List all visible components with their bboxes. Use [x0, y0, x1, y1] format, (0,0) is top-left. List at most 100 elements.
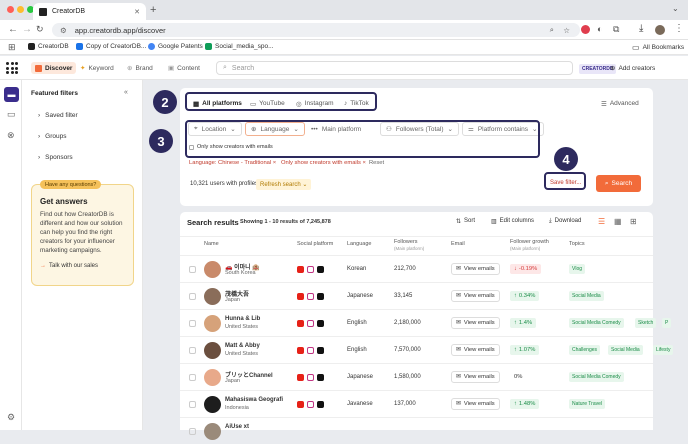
- profile-avatar[interactable]: [655, 25, 665, 35]
- nav-brand[interactable]: ⊕ Brand: [127, 62, 153, 74]
- search-button[interactable]: ⌕ Search: [596, 175, 641, 192]
- creator-name[interactable]: Hunna & Lib: [225, 316, 260, 322]
- view-emails-button[interactable]: ✉ View emails: [451, 398, 500, 410]
- topic-tag[interactable]: Vlog: [569, 264, 586, 274]
- avatar[interactable]: [204, 396, 221, 413]
- instagram-icon[interactable]: [307, 293, 314, 300]
- youtube-icon[interactable]: [297, 320, 304, 327]
- row-checkbox[interactable]: [189, 293, 196, 300]
- sidebar-item-groups[interactable]: › Groups: [38, 133, 67, 140]
- add-creators-button[interactable]: ⊕ Add creators: [610, 62, 655, 74]
- col-name[interactable]: Name: [204, 241, 219, 247]
- list-view-icon[interactable]: ☰: [598, 217, 605, 226]
- advanced-button[interactable]: ☰ Advanced: [597, 97, 643, 110]
- view-emails-button[interactable]: ✉ View emails: [451, 290, 500, 302]
- row-checkbox[interactable]: [189, 428, 196, 435]
- star-icon[interactable]: ☆: [563, 26, 570, 35]
- instagram-icon[interactable]: [307, 347, 314, 354]
- tiktok-icon[interactable]: [317, 293, 324, 300]
- sidebar-item-sponsors[interactable]: › Sponsors: [38, 154, 73, 161]
- youtube-icon[interactable]: [297, 293, 304, 300]
- grid-view-icon[interactable]: ⊞: [630, 217, 637, 226]
- table-row[interactable]: Mahasiswa Geografi Indonesia Javanese 137,0…: [180, 390, 653, 417]
- target-rail-icon[interactable]: ⊗: [7, 130, 15, 141]
- avatar[interactable]: [204, 342, 221, 359]
- global-search-input[interactable]: ⌕ Search: [216, 61, 573, 75]
- topic-tag[interactable]: P: [662, 318, 672, 328]
- email-chip[interactable]: Only show creators with emails ×: [281, 160, 366, 166]
- tab-menu-chevron-icon[interactable]: ⌄: [672, 4, 679, 13]
- col-language[interactable]: Language: [347, 241, 371, 247]
- topic-tag[interactable]: Social Media: [608, 345, 643, 355]
- sidebar-item-saved-filter[interactable]: › Saved filter: [38, 112, 78, 119]
- table-row[interactable]: Matt & Abby United States English 7,570,000…: [180, 336, 674, 363]
- bookmark-social-media[interactable]: Social_media_spo...: [205, 43, 274, 50]
- site-info-icon[interactable]: ⚙: [60, 26, 67, 35]
- row-checkbox[interactable]: [189, 347, 196, 354]
- reset-link[interactable]: Reset: [369, 160, 384, 166]
- avatar[interactable]: [204, 423, 221, 440]
- forward-icon[interactable]: →: [22, 24, 32, 35]
- instagram-icon[interactable]: [307, 320, 314, 327]
- col-growth[interactable]: Follower growth: [510, 239, 549, 245]
- tiktok-icon[interactable]: [317, 401, 324, 408]
- refresh-search-button[interactable]: Refresh search ⌄: [256, 179, 312, 190]
- table-row[interactable]: Hunna & Lib United States English 2,180,000…: [180, 309, 672, 336]
- row-checkbox[interactable]: [189, 401, 196, 408]
- browser-menu-icon[interactable]: ⋮: [674, 23, 684, 34]
- tiktok-icon[interactable]: [317, 347, 324, 354]
- tiktok-icon[interactable]: [317, 320, 324, 327]
- close-tab-icon[interactable]: ✕: [134, 8, 140, 16]
- apps-grid-icon[interactable]: ⊞: [8, 42, 16, 53]
- topic-tag[interactable]: Challenges: [569, 345, 601, 355]
- instagram-icon[interactable]: [307, 266, 314, 273]
- download-button[interactable]: ⤓ Download: [549, 218, 581, 225]
- table-row[interactable]: 茂橋大吾 Japan Japanese 33,145 ✉ View emails ↑ 0.34…: [180, 282, 653, 309]
- tiktok-icon[interactable]: [317, 266, 324, 273]
- extension-red-icon[interactable]: [581, 25, 590, 34]
- back-icon[interactable]: ←: [8, 24, 18, 35]
- topic-tag[interactable]: Nature Travel: [569, 399, 606, 409]
- zoom-icon[interactable]: ⌕: [550, 25, 554, 35]
- folder-rail-icon[interactable]: ▭: [7, 109, 16, 120]
- avatar[interactable]: [204, 261, 221, 278]
- table-row[interactable]: AiUse xt: [180, 417, 653, 444]
- sort-button[interactable]: ⇅ Sort: [456, 218, 475, 225]
- table-row[interactable]: ブリッとChannel Japan Japanese 1,580,000 ✉ View e…: [180, 363, 653, 390]
- language-chip[interactable]: Language: Chinese - Traditional ×: [189, 160, 276, 166]
- puzzle-icon[interactable]: ⧉: [613, 24, 619, 35]
- youtube-icon[interactable]: [297, 401, 304, 408]
- row-checkbox[interactable]: [189, 320, 196, 327]
- edit-columns-button[interactable]: ▥ Edit columns: [491, 218, 534, 225]
- bookmark-creatordb[interactable]: CreatorDB: [28, 43, 69, 50]
- nav-keyword[interactable]: ✦ Keyword: [80, 62, 114, 74]
- col-social[interactable]: Social platform: [297, 241, 333, 247]
- minimize-window-icon[interactable]: [17, 6, 24, 13]
- bookmark-google-patents[interactable]: Google Patents: [148, 43, 203, 50]
- topic-tag[interactable]: Sketch: [635, 318, 657, 328]
- nav-content[interactable]: ▣ Content: [168, 62, 200, 74]
- avatar[interactable]: [204, 288, 221, 305]
- youtube-icon[interactable]: [297, 374, 304, 381]
- view-emails-button[interactable]: ✉ View emails: [451, 317, 500, 329]
- creator-name[interactable]: AiUse xt: [225, 424, 249, 430]
- new-tab-icon[interactable]: +: [150, 4, 156, 16]
- table-row[interactable]: 🚗 이마니 🏨 South Korea Korean 212,700 ✉ View ema…: [180, 255, 653, 282]
- reload-icon[interactable]: ↻: [36, 24, 44, 35]
- avatar[interactable]: [204, 369, 221, 386]
- browser-tab[interactable]: CreatorDB ✕: [33, 3, 146, 20]
- extension-icon[interactable]: ◐: [597, 24, 602, 34]
- all-bookmarks[interactable]: ▭ All Bookmarks: [632, 43, 684, 52]
- instagram-icon[interactable]: [307, 374, 314, 381]
- row-checkbox[interactable]: [189, 266, 196, 273]
- view-emails-button[interactable]: ✉ View emails: [451, 263, 500, 275]
- instagram-icon[interactable]: [307, 401, 314, 408]
- view-emails-button[interactable]: ✉ View emails: [451, 371, 500, 383]
- col-topics[interactable]: Topics: [569, 241, 585, 247]
- collapse-sidebar-icon[interactable]: «: [124, 89, 128, 96]
- youtube-icon[interactable]: [297, 266, 304, 273]
- topic-tag[interactable]: Social Media Comedy: [569, 318, 624, 328]
- view-emails-button[interactable]: ✉ View emails: [451, 344, 500, 356]
- nav-discover[interactable]: Discover: [31, 62, 77, 74]
- creator-name[interactable]: Mahasiswa Geografi: [225, 397, 283, 403]
